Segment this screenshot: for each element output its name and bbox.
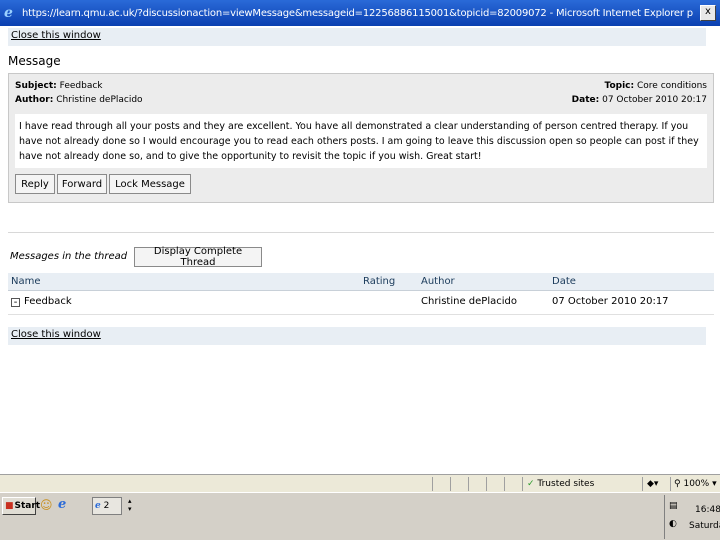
status-pane <box>450 477 468 491</box>
taskbar: ■ Start ☺ e e 2 ▴▾ ▤ 16:48 ◐ Saturday <box>0 492 720 540</box>
close-window-link-bottom[interactable]: Close this window <box>11 329 101 340</box>
check-icon: ✓ <box>527 479 535 489</box>
thread-table: Name Rating Author Date - Feedback Chris… <box>8 273 714 315</box>
reply-button[interactable]: Reply <box>15 174 55 194</box>
collapse-minus-icon[interactable]: - <box>11 298 20 308</box>
zoom-magnifier-icon: ⚲ <box>674 479 681 489</box>
zoom-control[interactable]: ⚲ 100% ▾ <box>670 477 720 491</box>
chevron-down-icon: ▾ <box>712 479 717 489</box>
security-zone[interactable]: ✓ Trusted sites <box>522 477 642 491</box>
date-label: Date: <box>571 95 600 105</box>
column-header-author[interactable]: Author <box>421 276 455 287</box>
zoom-value: 100% <box>683 479 710 489</box>
thread-label: Messages in the thread <box>10 251 128 262</box>
clock-day: Saturday <box>689 521 720 531</box>
start-label: Start <box>14 501 41 511</box>
column-header-name[interactable]: Name <box>11 276 41 287</box>
ie-task-icon: e <box>95 501 101 511</box>
zone-label: Trusted sites <box>537 479 595 489</box>
message-panel: Subject: Feedback Author: Christine dePl… <box>8 73 714 203</box>
protected-mode-icon[interactable]: ◆▾ <box>642 477 670 491</box>
system-tray: ▤ 16:48 ◐ Saturday <box>664 495 720 539</box>
subject-value: Feedback <box>59 81 103 91</box>
section-divider <box>8 232 714 233</box>
topic-label: Topic: <box>604 81 635 91</box>
row-author: Christine dePlacido <box>421 296 517 307</box>
subject-row: Subject: Feedback <box>15 81 103 91</box>
topic-row: Topic: Core conditions <box>605 81 707 91</box>
tray-document-icon[interactable]: ▤ <box>669 501 678 511</box>
close-window-link-top[interactable]: Close this window <box>11 30 101 41</box>
quick-launch-icon[interactable]: ☺ <box>40 498 53 512</box>
display-complete-thread-button[interactable]: Display Complete Thread <box>134 246 262 268</box>
status-pane <box>504 477 522 491</box>
ie-quick-launch-icon[interactable]: e <box>58 497 66 512</box>
bottom-close-bar: Close this window <box>8 327 706 345</box>
status-pane <box>486 477 504 491</box>
column-header-date[interactable]: Date <box>552 276 576 287</box>
table-row[interactable]: - Feedback Christine dePlacido 07 Octobe… <box>8 291 714 315</box>
close-window-icon[interactable]: x <box>700 5 716 21</box>
status-pane <box>468 477 486 491</box>
topic-value: Core conditions <box>637 81 707 91</box>
window-title-bar: e https://learn.qmu.ac.uk/?discussionact… <box>0 0 720 26</box>
author-row: Author: Christine dePlacido <box>15 95 143 105</box>
message-body: I have read through all your posts and t… <box>15 114 707 168</box>
lock-message-button[interactable]: Lock Message <box>109 174 191 194</box>
row-date: 07 October 2010 20:17 <box>552 296 669 307</box>
status-pane <box>432 477 450 491</box>
column-header-rating[interactable]: Rating <box>363 276 395 287</box>
tray-speaker-icon[interactable]: ◐ <box>669 519 677 529</box>
taskbar-task-button[interactable]: e 2 <box>92 497 122 515</box>
forward-button[interactable]: Forward <box>57 174 107 194</box>
row-name[interactable]: Feedback <box>24 296 72 307</box>
taskbar-scroll-arrows[interactable]: ▴ ▾ <box>128 497 132 513</box>
window-title: https://learn.qmu.ac.uk/?discussionactio… <box>22 7 693 19</box>
date-value: 07 October 2010 20:17 <box>602 95 707 105</box>
author-label: Author: <box>15 95 54 105</box>
date-row: Date: 07 October 2010 20:17 <box>572 95 707 105</box>
status-bar: ✓ Trusted sites ◆▾ ⚲ 100% ▾ <box>0 474 720 492</box>
clock-time[interactable]: 16:48 <box>695 505 720 515</box>
task-count: 2 <box>103 501 110 511</box>
thread-table-header: Name Rating Author Date <box>8 273 714 291</box>
author-value: Christine dePlacido <box>56 95 143 105</box>
top-close-bar: Close this window <box>8 28 706 46</box>
start-button[interactable]: ■ Start <box>2 497 40 515</box>
message-heading: Message <box>8 54 61 68</box>
subject-label: Subject: <box>15 81 57 91</box>
windows-logo-icon: ■ <box>5 501 14 511</box>
internet-explorer-icon: e <box>4 5 13 21</box>
